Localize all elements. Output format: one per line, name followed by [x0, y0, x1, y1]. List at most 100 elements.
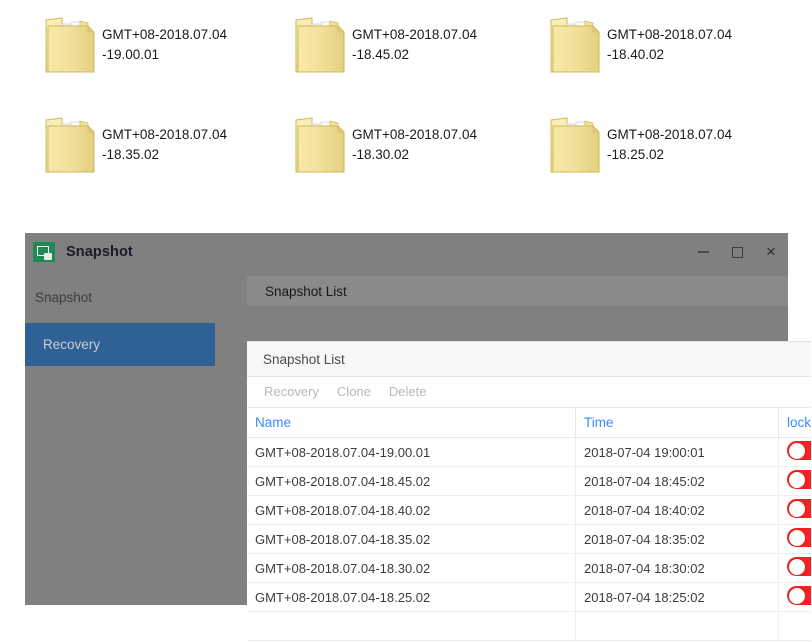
- close-button[interactable]: ×: [754, 233, 788, 271]
- window-titlebar[interactable]: Snapshot ×: [25, 233, 788, 271]
- snapshot-list-panel: Snapshot List Recovery Clone Delete Name Ti…: [247, 341, 811, 642]
- window-controls: ×: [686, 233, 788, 271]
- folder-open-icon: [545, 112, 607, 178]
- snapshot-table-head: NameTimelocking: [247, 408, 811, 438]
- desktop-folder[interactable]: GMT+08-2018.07.04 -18.35.02: [40, 112, 290, 178]
- tabstrip: Snapshot List: [247, 276, 788, 306]
- snapshot-window: Snapshot × Snapshot Recovery Snapshot Lis…: [25, 233, 811, 642]
- cell-time: 2018-07-04 18:45:02: [575, 466, 779, 496]
- column-header-locking[interactable]: locking: [778, 408, 811, 438]
- cell-name: GMT+08-2018.07.04-19.00.01: [247, 437, 576, 467]
- folder-label-line1: GMT+08-2018.07.04: [102, 27, 227, 42]
- desktop-background: GMT+08-2018.07.04 -19.00.01 GMT+08-2018.07…: [0, 0, 812, 233]
- cell-locking: [778, 437, 811, 467]
- folder-label-line1: GMT+08-2018.07.04: [352, 27, 477, 42]
- maximize-icon: [731, 246, 743, 258]
- folder-label-line1: GMT+08-2018.07.04: [352, 127, 477, 142]
- app-icon-camera-shape: [44, 253, 52, 260]
- sidebar-item-label: Snapshot: [35, 289, 93, 305]
- folder-open-icon: [290, 112, 352, 178]
- toggle-knob: [788, 587, 805, 604]
- panel-title: Snapshot List: [263, 351, 345, 367]
- sidebar: Snapshot Recovery: [25, 271, 215, 605]
- folder-open-icon: [40, 112, 102, 178]
- cell-locking: [778, 524, 811, 554]
- content-area: Snapshot List Snapshot List Recovery Clon…: [215, 271, 811, 642]
- locking-toggle[interactable]: [787, 528, 811, 547]
- locking-toggle[interactable]: [787, 557, 811, 576]
- desktop-folder[interactable]: GMT+08-2018.07.04 -18.45.02: [290, 12, 540, 78]
- empty-cell: [247, 611, 576, 641]
- window-title: Snapshot: [66, 244, 133, 260]
- desktop-folder-label: GMT+08-2018.07.04 -18.25.02: [607, 125, 757, 165]
- snapshot-table-body: GMT+08-2018.07.04-19.00.01 2018-07-04 19:…: [247, 437, 811, 641]
- recovery-button[interactable]: Recovery: [255, 377, 328, 407]
- desktop-folder-label: GMT+08-2018.07.04 -18.45.02: [352, 25, 502, 65]
- folder-label-line1: GMT+08-2018.07.04: [102, 127, 227, 142]
- desktop-folder[interactable]: GMT+08-2018.07.04 -18.40.02: [545, 12, 795, 78]
- folder-open-icon: [290, 12, 352, 78]
- cell-name: GMT+08-2018.07.04-18.40.02: [247, 495, 576, 525]
- table-empty-row: [247, 611, 811, 641]
- cell-time: 2018-07-04 18:30:02: [575, 553, 779, 583]
- minimize-button[interactable]: [686, 233, 720, 271]
- cell-locking: [778, 582, 811, 612]
- empty-cell: [575, 611, 779, 641]
- cell-locking: [778, 553, 811, 583]
- column-header-time[interactable]: Time: [575, 408, 779, 438]
- desktop-folder-label: GMT+08-2018.07.04 -18.30.02: [352, 125, 502, 165]
- folder-label-line2: -19.00.01: [102, 47, 160, 62]
- desktop-folder[interactable]: GMT+08-2018.07.04 -19.00.01: [40, 12, 290, 78]
- table-row[interactable]: GMT+08-2018.07.04-18.25.02 2018-07-04 18:…: [247, 582, 811, 612]
- sidebar-item-snapshot[interactable]: Snapshot: [25, 282, 215, 312]
- table-row[interactable]: GMT+08-2018.07.04-19.00.01 2018-07-04 19:…: [247, 437, 811, 467]
- cell-name: GMT+08-2018.07.04-18.25.02: [247, 582, 576, 612]
- cell-locking: [778, 466, 811, 496]
- cell-name: GMT+08-2018.07.04-18.35.02: [247, 524, 576, 554]
- table-row[interactable]: GMT+08-2018.07.04-18.40.02 2018-07-04 18:…: [247, 495, 811, 525]
- table-row[interactable]: GMT+08-2018.07.04-18.35.02 2018-07-04 18:…: [247, 524, 811, 554]
- desktop-folder-label: GMT+08-2018.07.04 -19.00.01: [102, 25, 252, 65]
- toggle-knob: [788, 471, 805, 488]
- desktop-folder-label: GMT+08-2018.07.04 -18.35.02: [102, 125, 252, 165]
- folder-label-line1: GMT+08-2018.07.04: [607, 27, 732, 42]
- tab-snapshot-list[interactable]: Snapshot List: [265, 284, 347, 299]
- folder-label-line2: -18.45.02: [352, 47, 410, 62]
- toggle-knob: [788, 442, 805, 459]
- locking-toggle[interactable]: [787, 441, 811, 460]
- minimize-icon: [697, 251, 709, 253]
- folder-open-icon: [545, 12, 607, 78]
- toggle-knob: [788, 529, 805, 546]
- table-row[interactable]: GMT+08-2018.07.04-18.45.02 2018-07-04 18:…: [247, 466, 811, 496]
- folder-open-icon: [40, 12, 102, 78]
- toggle-knob: [788, 500, 805, 517]
- empty-cell: [778, 611, 811, 641]
- cell-time: 2018-07-04 19:00:01: [575, 437, 779, 467]
- cell-time: 2018-07-04 18:35:02: [575, 524, 779, 554]
- locking-toggle[interactable]: [787, 470, 811, 489]
- panel-toolbar: Recovery Clone Delete: [247, 377, 811, 408]
- column-header-name[interactable]: Name: [247, 408, 576, 438]
- snapshot-app-icon: [33, 242, 55, 262]
- clone-button[interactable]: Clone: [328, 377, 380, 407]
- toggle-knob: [788, 558, 805, 575]
- sidebar-item-recovery[interactable]: Recovery: [25, 323, 215, 366]
- maximize-button[interactable]: [720, 233, 754, 271]
- cell-name: GMT+08-2018.07.04-18.45.02: [247, 466, 576, 496]
- snapshot-table: NameTimelocking GMT+08-2018.07.04-19.00.…: [247, 408, 811, 641]
- cell-time: 2018-07-04 18:25:02: [575, 582, 779, 612]
- locking-toggle[interactable]: [787, 499, 811, 518]
- folder-label-line2: -18.40.02: [607, 47, 665, 62]
- desktop-folder[interactable]: GMT+08-2018.07.04 -18.30.02: [290, 112, 540, 178]
- sidebar-item-label: Recovery: [43, 337, 101, 352]
- cell-locking: [778, 495, 811, 525]
- cell-name: GMT+08-2018.07.04-18.30.02: [247, 553, 576, 583]
- locking-toggle[interactable]: [787, 586, 811, 605]
- delete-button[interactable]: Delete: [380, 377, 436, 407]
- desktop-folder[interactable]: GMT+08-2018.07.04 -18.25.02: [545, 112, 795, 178]
- close-icon: ×: [766, 242, 776, 261]
- folder-label-line2: -18.35.02: [102, 147, 160, 162]
- table-row[interactable]: GMT+08-2018.07.04-18.30.02 2018-07-04 18:…: [247, 553, 811, 583]
- folder-label-line1: GMT+08-2018.07.04: [607, 127, 732, 142]
- folder-label-line2: -18.30.02: [352, 147, 410, 162]
